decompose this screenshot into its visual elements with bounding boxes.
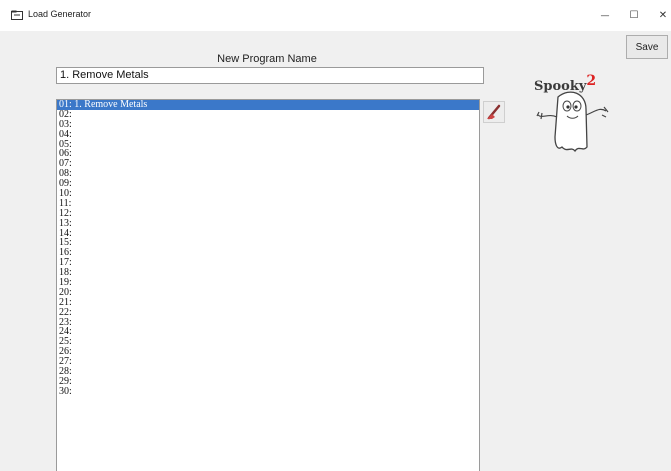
program-list[interactable]: 01: 1. Remove Metals 02: 03: 04: 05: 06: 07: 08… [56, 99, 480, 471]
spooky2-logo: Spooky2 [530, 71, 620, 171]
list-item[interactable]: 11: [57, 198, 479, 209]
list-item[interactable]: 27: [57, 357, 479, 367]
list-item[interactable]: 04: [57, 129, 479, 140]
list-item[interactable]: 23: [57, 317, 479, 328]
list-item[interactable]: 16: [57, 248, 479, 258]
list-item[interactable]: 18: [57, 268, 479, 278]
list-item[interactable]: 30: [57, 386, 479, 397]
list-item[interactable]: 09: [57, 179, 479, 189]
list-item[interactable]: 03: [57, 119, 479, 130]
ghost-mascot-icon [536, 91, 609, 153]
list-item[interactable]: 28: [57, 367, 479, 377]
save-button[interactable]: Save [626, 35, 668, 59]
logo-superscript: 2 [586, 73, 597, 89]
list-item[interactable]: 05: [57, 139, 479, 150]
list-item[interactable]: 24: [57, 327, 479, 337]
list-item[interactable]: 01: 1. Remove Metals [57, 100, 479, 110]
list-item[interactable]: 14: [57, 228, 479, 239]
maximize-icon: ☐ [629, 10, 639, 21]
list-item[interactable]: 02: [57, 109, 479, 120]
list-item[interactable]: 25: [57, 337, 479, 347]
list-item[interactable]: 07: [57, 159, 479, 169]
list-item[interactable]: 15: [57, 238, 479, 248]
program-name-input[interactable] [56, 67, 484, 84]
minimize-icon: — [600, 10, 610, 21]
list-item[interactable]: 20: [57, 287, 479, 298]
window-title: Load Generator [28, 9, 92, 19]
close-button[interactable]: ✕ [648, 0, 671, 31]
list-item[interactable]: 10: [57, 189, 479, 199]
list-item[interactable]: 13: [57, 218, 479, 229]
list-item[interactable]: 29: [57, 376, 479, 387]
list-item[interactable]: 08: [57, 169, 479, 179]
title-bar[interactable]: Load Generator — ☐ ✕ [0, 0, 671, 31]
list-item[interactable]: 12: [57, 208, 479, 219]
maximize-button[interactable]: ☐ [617, 0, 651, 31]
list-item[interactable]: 19: [57, 278, 479, 288]
close-icon: ✕ [658, 10, 668, 21]
load-generator-window: Load Generator — ☐ ✕ New Program Name Sa… [0, 0, 671, 471]
erase-button[interactable] [483, 101, 505, 123]
list-item[interactable]: 17: [57, 258, 479, 268]
list-item[interactable]: 22: [57, 307, 479, 318]
eraser-icon [487, 104, 501, 120]
list-item[interactable]: 26: [57, 347, 479, 357]
generator-app-icon [11, 10, 23, 20]
program-name-label: New Program Name [217, 53, 317, 65]
list-item[interactable]: 06: [57, 149, 479, 159]
list-item[interactable]: 21: [57, 297, 479, 308]
